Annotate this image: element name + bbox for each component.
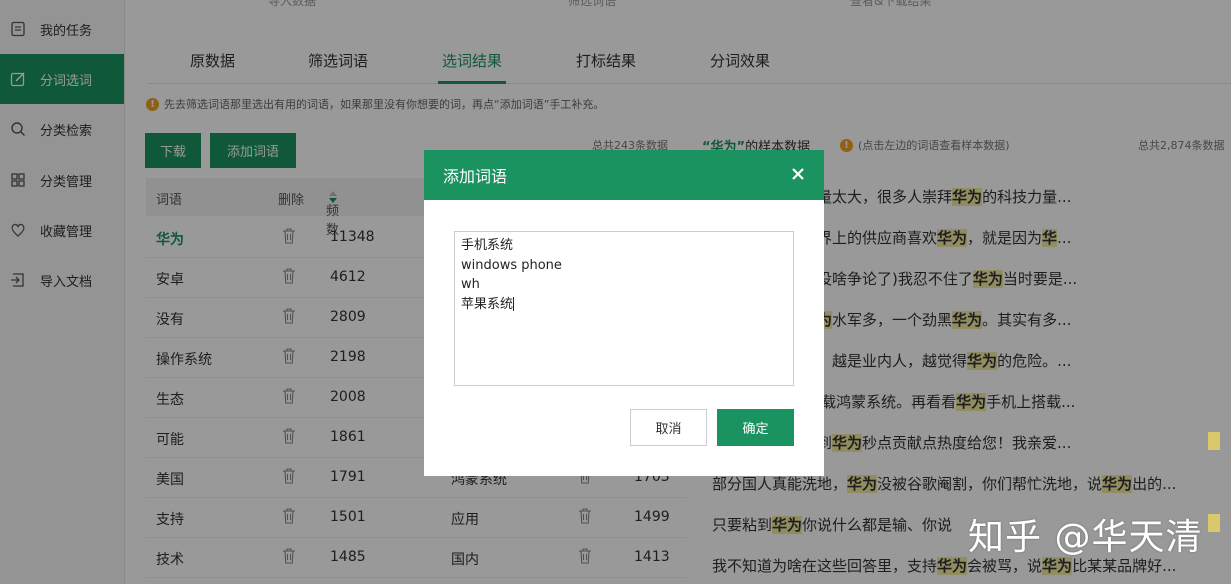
dialog-header: 添加词语 — [424, 150, 824, 200]
text-line: windows phone — [461, 257, 562, 273]
add-word-dialog: 添加词语 手机系统 windows phone wh 苹果系统 取消 确定 — [424, 150, 824, 476]
dialog-title: 添加词语 — [443, 167, 508, 186]
word-textarea[interactable]: 手机系统 windows phone wh 苹果系统 — [454, 231, 794, 386]
highlight-marker — [1208, 514, 1220, 532]
cancel-button[interactable]: 取消 — [630, 409, 707, 446]
close-icon[interactable] — [790, 166, 806, 182]
text-line: 手机系统 — [461, 238, 514, 253]
text-line-last: 苹果系统 — [461, 295, 787, 315]
watermark: 知乎 @华天清 — [968, 517, 1203, 558]
text-line: wh — [461, 277, 480, 292]
text-line: 苹果系统 — [461, 296, 514, 312]
highlight-marker — [1208, 432, 1220, 450]
text-caret — [513, 297, 515, 311]
confirm-button[interactable]: 确定 — [717, 409, 794, 446]
